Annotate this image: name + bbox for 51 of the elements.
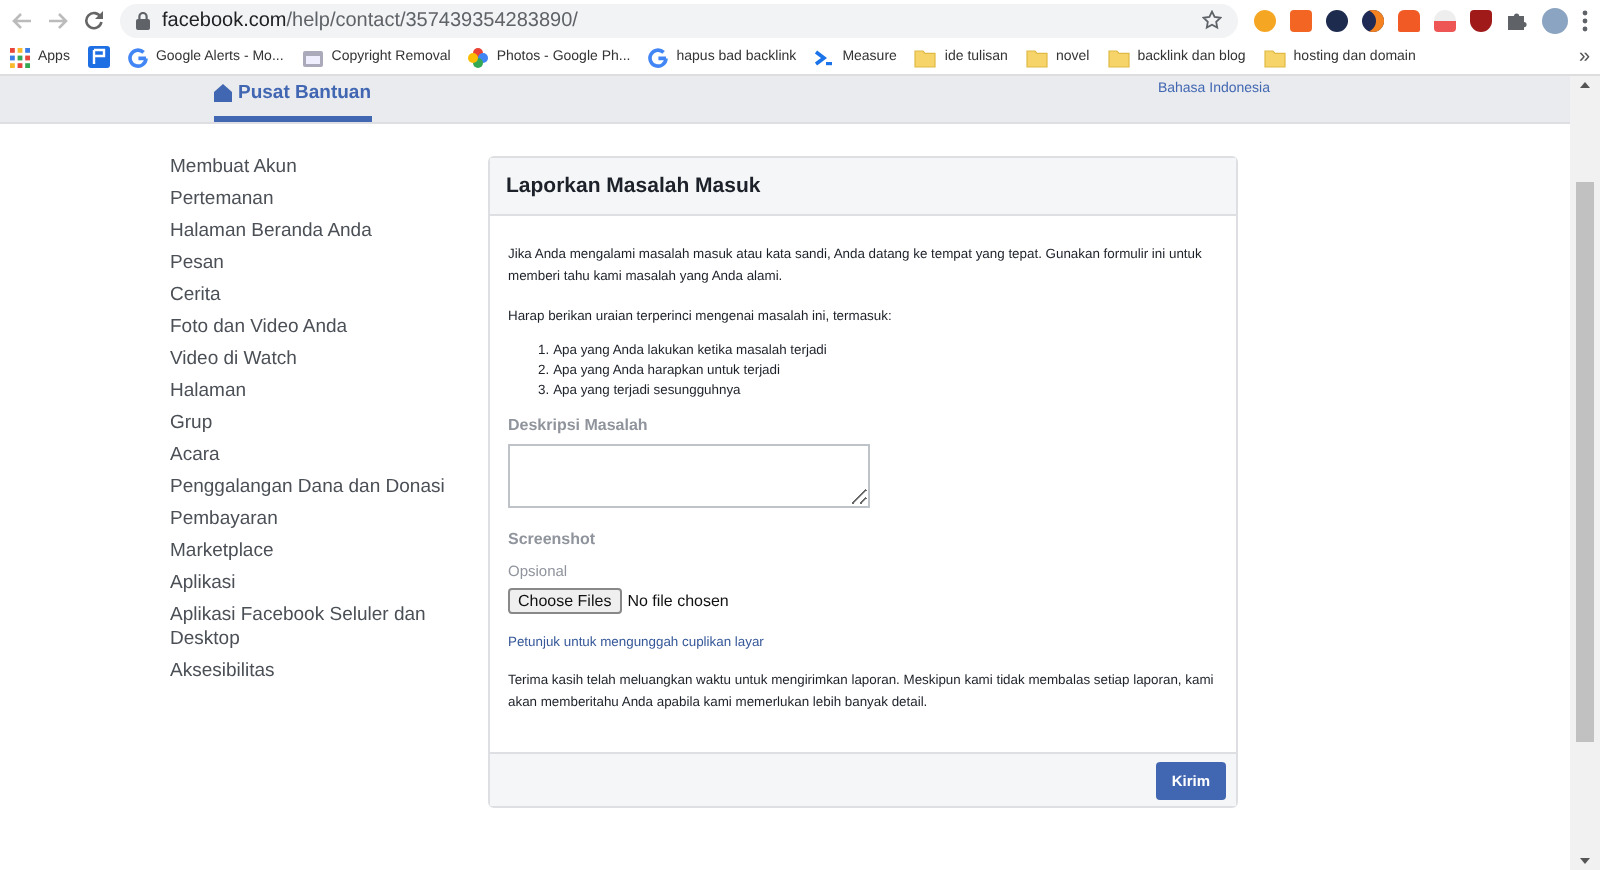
sidebar-link[interactable]: Cerita — [170, 284, 450, 308]
sidebar-link[interactable]: Marketplace — [170, 540, 450, 564]
sidebar-link[interactable]: Membuat Akun — [170, 156, 450, 180]
folder-icon — [1263, 47, 1286, 67]
lock-icon — [136, 11, 150, 29]
pinwheel-icon — [468, 47, 489, 67]
star-icon[interactable] — [1202, 10, 1222, 30]
form-title: Laporkan Masalah Masuk — [490, 158, 1236, 216]
extension-icon[interactable] — [1326, 9, 1348, 31]
sidebar-link[interactable]: Pesan — [170, 252, 450, 276]
folder-icon — [914, 47, 937, 67]
scroll-down-icon[interactable] — [1580, 858, 1590, 864]
menu-icon[interactable] — [1582, 9, 1588, 31]
reload-icon[interactable] — [84, 10, 104, 30]
extension-icon[interactable] — [1362, 9, 1384, 31]
apps-grid-icon — [10, 47, 30, 67]
field-label: Deskripsi Masalah — [508, 414, 650, 436]
sidebar-link[interactable]: Video di Watch — [170, 348, 450, 372]
sidebar-link[interactable]: Penggalangan Dana dan Donasi — [170, 476, 450, 500]
folder-icon — [1025, 47, 1048, 67]
sidebar-link[interactable]: Aksesibilitas — [170, 660, 450, 684]
help-center-tab[interactable]: Pusat Bantuan — [214, 82, 372, 122]
calendar-icon — [301, 47, 324, 67]
file-status: No file chosen — [627, 590, 729, 612]
sidebar-link[interactable]: Aplikasi Facebook Seluler dan Desktop — [170, 604, 450, 652]
more-bookmarks-button[interactable]: » — [1578, 46, 1590, 68]
sidebar-link[interactable]: Halaman Beranda Anda — [170, 220, 450, 244]
choose-files-button[interactable]: Choose Files — [508, 588, 622, 614]
google-icon — [648, 47, 669, 67]
scroll-up-icon[interactable] — [1580, 82, 1590, 88]
url-text: facebook.com/help/contact/357439354283890/ — [162, 9, 578, 31]
puzzle-icon[interactable] — [1506, 9, 1528, 31]
sidebar-link[interactable]: Aplikasi — [170, 572, 450, 596]
flag-icon — [87, 46, 110, 68]
extension-icon[interactable] — [1470, 9, 1492, 31]
address-bar[interactable]: facebook.com/help/contact/357439354283890/ — [120, 3, 1238, 37]
sidebar-link[interactable]: Halaman — [170, 380, 450, 404]
bookmark[interactable] — [87, 46, 110, 68]
field-label: Screenshot — [508, 528, 598, 550]
description-field[interactable] — [508, 444, 870, 508]
avatar-icon[interactable] — [1542, 7, 1568, 33]
sidebar-link[interactable]: Pembayaran — [170, 508, 450, 532]
google-icon — [127, 47, 148, 67]
sidebar-link[interactable]: Grup — [170, 412, 450, 436]
sidebar-link[interactable]: Foto dan Video Anda — [170, 316, 450, 340]
scrollbar[interactable] — [1570, 76, 1600, 870]
sidebar-link[interactable]: Pertemanan — [170, 188, 450, 212]
folder-icon — [1107, 47, 1130, 67]
house-icon — [214, 84, 232, 102]
chevron-icon — [814, 47, 835, 67]
sidebar-link[interactable]: Acara — [170, 444, 450, 468]
